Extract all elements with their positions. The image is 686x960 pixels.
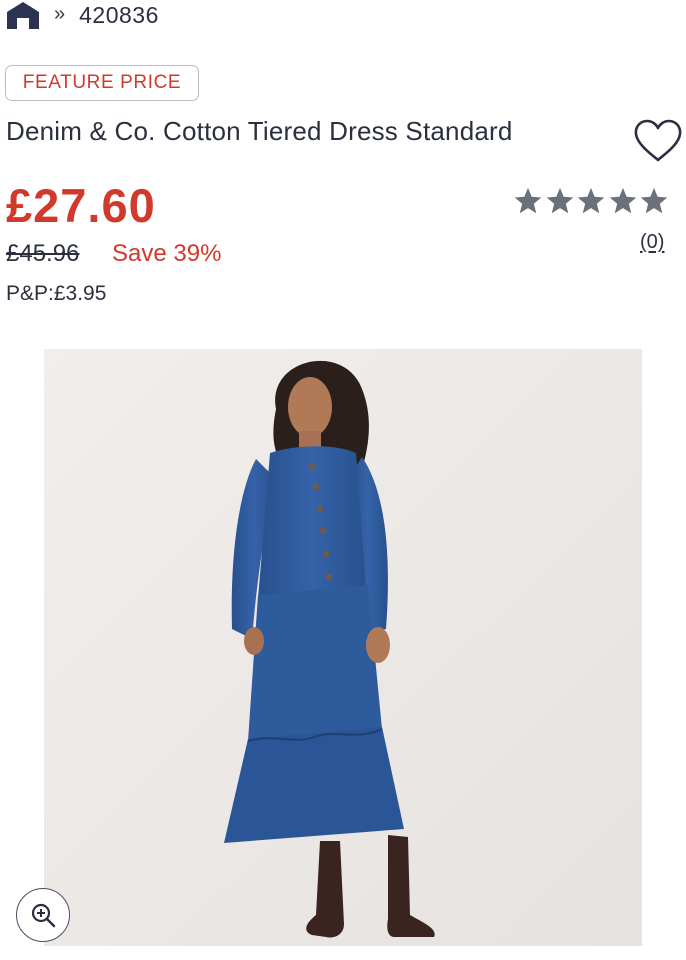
star-icon (577, 187, 605, 214)
zoom-in-icon (31, 903, 56, 928)
savings-label: Save 39% (112, 240, 222, 267)
heart-icon[interactable] (633, 118, 683, 164)
product-image[interactable] (44, 349, 642, 946)
was-price: £45.96 (6, 240, 80, 267)
current-price: £27.60 (6, 179, 156, 232)
feature-price-badge: FEATURE PRICE (5, 65, 199, 101)
star-icon (546, 187, 573, 214)
star-rating[interactable] (513, 186, 669, 222)
breadcrumb-item-id[interactable]: 420836 (79, 2, 159, 29)
postage-price: P&P:£3.95 (6, 282, 107, 305)
star-icon (609, 187, 636, 214)
breadcrumb: » 420836 (6, 0, 159, 30)
breadcrumb-separator: » (54, 3, 66, 25)
zoom-button[interactable] (16, 888, 70, 942)
home-icon[interactable] (6, 1, 40, 29)
star-icon (514, 187, 542, 214)
star-icon (640, 187, 668, 214)
review-count-link[interactable]: (0) (640, 231, 664, 254)
product-title: Denim & Co. Cotton Tiered Dress Standard (6, 116, 513, 146)
